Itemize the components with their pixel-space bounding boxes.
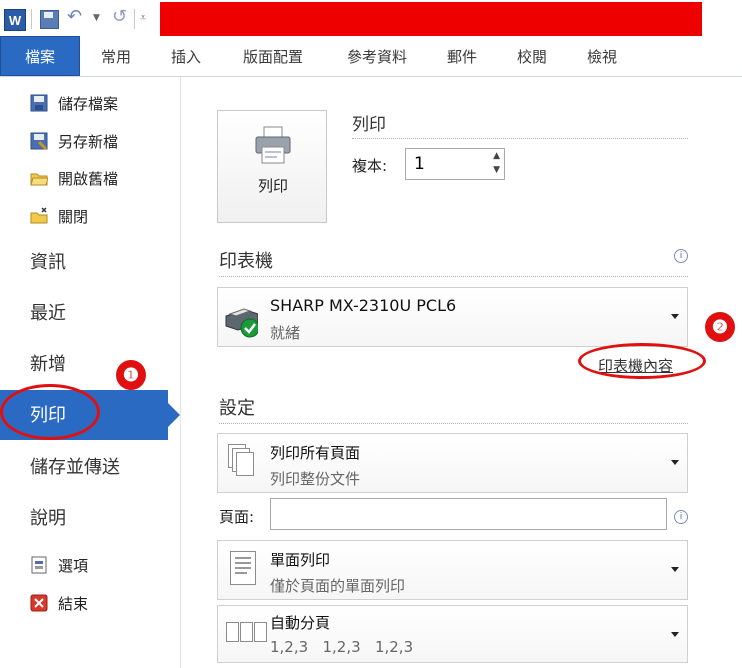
print-button-label: 列印 bbox=[257, 177, 288, 195]
print-button[interactable]: 列印 bbox=[217, 110, 327, 223]
spin-up-icon[interactable]: ▲ bbox=[493, 151, 500, 161]
undo-dropdown-icon[interactable]: ▼ bbox=[93, 13, 100, 23]
pages-label: 頁面: bbox=[219, 508, 255, 526]
tab-file[interactable]: 檔案 bbox=[0, 36, 80, 76]
divider bbox=[219, 423, 688, 424]
settings-heading: 設定 bbox=[219, 398, 255, 419]
tab-insert[interactable]: 插入 bbox=[166, 36, 206, 76]
printer-dropdown[interactable]: SHARP MX-2310U PCL6 就緒 bbox=[217, 287, 688, 347]
nav-help[interactable]: 說明 bbox=[30, 497, 66, 537]
title-bar: W ↶ ▼ ↺ ⩡ bbox=[0, 0, 742, 36]
nav-save-send[interactable]: 儲存並傳送 bbox=[30, 446, 120, 486]
printer-icon bbox=[255, 126, 291, 164]
all-pages-icon bbox=[226, 444, 260, 480]
save-as-icon bbox=[30, 132, 48, 151]
printer-name: SHARP MX-2310U PCL6 bbox=[270, 296, 457, 315]
collated-icon bbox=[226, 618, 270, 654]
nav-options-label: 選項 bbox=[58, 556, 89, 575]
print-range-desc: 列印整份文件 bbox=[270, 470, 361, 488]
divider bbox=[352, 138, 688, 139]
nav-save-label: 儲存檔案 bbox=[58, 94, 119, 113]
copies-value: 1 bbox=[414, 154, 425, 174]
nav-exit-label: 結束 bbox=[58, 594, 89, 613]
annotation-circle-1 bbox=[0, 384, 100, 440]
sides-dropdown[interactable]: 單面列印 僅於頁面的單面列印 bbox=[217, 540, 688, 600]
nav-save[interactable]: 儲存檔案 bbox=[30, 90, 118, 116]
print-range-title: 列印所有頁面 bbox=[270, 444, 361, 462]
nav-close-label: 關閉 bbox=[58, 207, 89, 226]
copies-label: 複本: bbox=[352, 157, 388, 175]
printer-status: 就緒 bbox=[270, 324, 301, 342]
close-folder-icon bbox=[30, 207, 48, 225]
annotation-badge-1: ❶ bbox=[116, 360, 146, 390]
collate-desc: 1,2,3 1,2,3 1,2,3 bbox=[270, 638, 414, 656]
print-heading: 列印 bbox=[352, 115, 386, 135]
tab-view[interactable]: 檢視 bbox=[584, 36, 620, 76]
printer-heading: 印表機 bbox=[219, 251, 273, 272]
collate-dropdown[interactable]: 自動分頁 1,2,3 1,2,3 1,2,3 bbox=[217, 605, 688, 663]
print-range-dropdown[interactable]: 列印所有頁面 列印整份文件 bbox=[217, 433, 688, 493]
nav-options[interactable]: 選項 bbox=[30, 552, 88, 578]
chevron-down-icon bbox=[671, 314, 679, 319]
open-folder-icon bbox=[30, 169, 49, 187]
info-icon[interactable]: i bbox=[674, 510, 688, 524]
word-logo-icon[interactable]: W bbox=[4, 9, 26, 31]
options-icon bbox=[30, 556, 48, 574]
tab-page-layout[interactable]: 版面配置 bbox=[236, 36, 310, 76]
one-sided-icon bbox=[226, 551, 260, 587]
nav-save-as-label: 另存新檔 bbox=[58, 132, 119, 151]
nav-info[interactable]: 資訊 bbox=[30, 241, 66, 281]
nav-recent[interactable]: 最近 bbox=[30, 292, 66, 332]
nav-exit[interactable]: 結束 bbox=[30, 590, 88, 616]
nav-open-label: 開啟舊檔 bbox=[58, 169, 119, 188]
info-icon[interactable]: i bbox=[674, 249, 688, 263]
copies-stepper[interactable]: 1 ▲ ▼ bbox=[405, 148, 505, 180]
title-redaction bbox=[160, 2, 702, 36]
separator bbox=[31, 9, 32, 29]
undo-icon[interactable]: ↶ bbox=[67, 6, 82, 27]
tab-home[interactable]: 常用 bbox=[96, 36, 136, 76]
annotation-badge-2: ❷ bbox=[705, 312, 735, 342]
nav-close[interactable]: 關閉 bbox=[30, 203, 88, 229]
exit-icon bbox=[30, 594, 48, 612]
tab-references[interactable]: 參考資料 bbox=[340, 36, 414, 76]
save-icon bbox=[30, 94, 48, 112]
sides-desc: 僅於頁面的單面列印 bbox=[270, 577, 406, 595]
printer-ready-icon bbox=[225, 308, 258, 338]
pages-input[interactable] bbox=[270, 498, 667, 530]
sides-title: 單面列印 bbox=[270, 551, 331, 569]
chevron-down-icon bbox=[671, 460, 679, 465]
tab-review[interactable]: 校閱 bbox=[514, 36, 550, 76]
collate-title: 自動分頁 bbox=[270, 614, 331, 632]
divider bbox=[219, 276, 688, 277]
save-icon[interactable] bbox=[40, 10, 59, 29]
spin-down-icon[interactable]: ▼ bbox=[493, 165, 500, 175]
customize-quick-access-icon[interactable]: ⩡ bbox=[140, 11, 146, 25]
chevron-down-icon bbox=[671, 567, 679, 572]
separator bbox=[134, 9, 135, 29]
nav-new[interactable]: 新增 bbox=[30, 343, 66, 383]
nav-save-as[interactable]: 另存新檔 bbox=[30, 128, 118, 154]
tab-mailings[interactable]: 郵件 bbox=[444, 36, 480, 76]
redo-icon[interactable]: ↺ bbox=[112, 6, 127, 27]
annotation-circle-2 bbox=[578, 343, 706, 379]
chevron-down-icon bbox=[671, 632, 679, 637]
nav-open[interactable]: 開啟舊檔 bbox=[30, 165, 118, 191]
ribbon-tabs: 檔案 常用 插入 版面配置 參考資料 郵件 校閱 檢視 bbox=[0, 36, 742, 77]
